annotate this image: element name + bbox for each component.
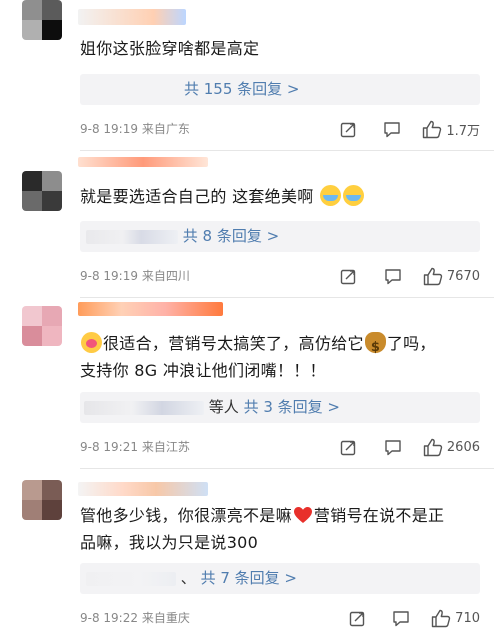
comment-text: 姐你这张脸穿啥都是高定 bbox=[80, 39, 260, 58]
avatar[interactable] bbox=[22, 0, 62, 40]
comment-icon[interactable] bbox=[383, 437, 403, 457]
like-count: 2606 bbox=[446, 439, 480, 455]
reply-user-blurred bbox=[84, 400, 204, 415]
reply-count-link[interactable]: 共 8 条回复 > bbox=[183, 227, 279, 245]
reply-users-suffix: 等人 bbox=[208, 398, 239, 416]
comment-text: 支持你 8G 冲浪让他们闭嘴！！！ bbox=[80, 361, 326, 380]
reply-count-link[interactable]: 共 7 条回复 > bbox=[201, 569, 297, 587]
comment-text: 品嘛，我以为只是说300 bbox=[80, 533, 259, 552]
reply-summary[interactable]: 等人 共 3 条回复 > bbox=[80, 392, 480, 423]
comment-meta: 9-8 19:22 来自重庆 bbox=[80, 610, 190, 626]
crying-emoji bbox=[319, 185, 341, 206]
timestamp: 9-8 19:21 bbox=[80, 440, 138, 454]
username-blurred[interactable] bbox=[78, 482, 208, 496]
comment-meta: 9-8 19:21 来自江苏 bbox=[80, 439, 190, 455]
timestamp: 9-8 19:22 bbox=[80, 611, 138, 625]
like-count: 710 bbox=[455, 610, 480, 626]
location: 来自广东 bbox=[141, 122, 190, 136]
timestamp: 9-8 19:19 bbox=[80, 269, 138, 283]
reply-count-link[interactable]: 共 155 条回复 > bbox=[184, 80, 300, 98]
money-bag-emoji bbox=[364, 332, 386, 361]
thumbs-up-icon[interactable] bbox=[431, 608, 451, 628]
divider bbox=[80, 297, 494, 298]
location: 来自四川 bbox=[141, 269, 190, 283]
share-icon[interactable] bbox=[339, 266, 359, 286]
like-count: 1.7万 bbox=[446, 123, 480, 139]
avatar[interactable] bbox=[22, 306, 62, 346]
comment-meta: 9-8 19:19 来自四川 bbox=[80, 268, 190, 284]
like-count: 7670 bbox=[446, 268, 480, 284]
comment-text-block: 很适合，营销号太搞笑了，高仿给它 了吗， 支持你 8G 冲浪让他们闭嘴！！！ bbox=[80, 330, 475, 384]
comment-actions: 1.7万 bbox=[338, 119, 480, 139]
comment-actions: 7670 bbox=[339, 266, 480, 286]
divider bbox=[80, 468, 494, 469]
comment-text: 了吗， bbox=[386, 334, 436, 353]
location: 来自江苏 bbox=[141, 440, 190, 454]
divider bbox=[80, 150, 494, 151]
location: 来自重庆 bbox=[141, 611, 190, 625]
comment-icon[interactable] bbox=[382, 119, 402, 139]
comment-text: 管他多少钱，你很漂亮不是嘛 bbox=[80, 506, 292, 525]
red-heart-emoji bbox=[293, 505, 313, 523]
comment-actions: 710 bbox=[347, 608, 480, 628]
reply-users-suffix: 、 bbox=[180, 569, 196, 587]
thumbs-up-icon[interactable] bbox=[423, 437, 443, 457]
thumbs-up-icon[interactable] bbox=[422, 119, 442, 139]
reply-user-blurred bbox=[86, 571, 176, 586]
avatar[interactable] bbox=[22, 171, 62, 211]
timestamp: 9-8 19:19 bbox=[80, 122, 138, 136]
crying-emoji bbox=[342, 185, 364, 206]
reply-summary[interactable]: 共 155 条回复 > bbox=[80, 74, 480, 105]
blushing-emoji bbox=[81, 332, 102, 353]
share-icon[interactable] bbox=[338, 119, 358, 139]
comment-meta: 9-8 19:19 来自广东 bbox=[80, 121, 190, 137]
comment-text: 很适合，营销号太搞笑了，高仿给它 bbox=[103, 334, 364, 353]
comment-text-line: 就是要选适合自己的 这套绝美啊 bbox=[80, 183, 475, 210]
username-blurred[interactable] bbox=[78, 9, 186, 25]
share-icon[interactable] bbox=[347, 608, 367, 628]
username-blurred[interactable] bbox=[78, 302, 223, 316]
avatar[interactable] bbox=[22, 480, 62, 520]
reply-user-blurred bbox=[86, 229, 178, 244]
reply-summary[interactable]: 、 共 7 条回复 > bbox=[80, 563, 480, 594]
comment-actions: 2606 bbox=[339, 437, 480, 457]
comment-text-block: 管他多少钱，你很漂亮不是嘛 营销号在说不是正 品嘛，我以为只是说300 bbox=[80, 502, 475, 556]
comment-icon[interactable] bbox=[383, 266, 403, 286]
thumbs-up-icon[interactable] bbox=[423, 266, 443, 286]
comment-text: 就是要选适合自己的 这套绝美啊 bbox=[80, 187, 314, 206]
comment-icon[interactable] bbox=[391, 608, 411, 628]
reply-count-link[interactable]: 共 3 条回复 > bbox=[244, 398, 340, 416]
username-blurred[interactable] bbox=[78, 157, 208, 167]
share-icon[interactable] bbox=[339, 437, 359, 457]
comment-text: 营销号在说不是正 bbox=[313, 506, 445, 525]
reply-summary[interactable]: 共 8 条回复 > bbox=[80, 221, 480, 252]
